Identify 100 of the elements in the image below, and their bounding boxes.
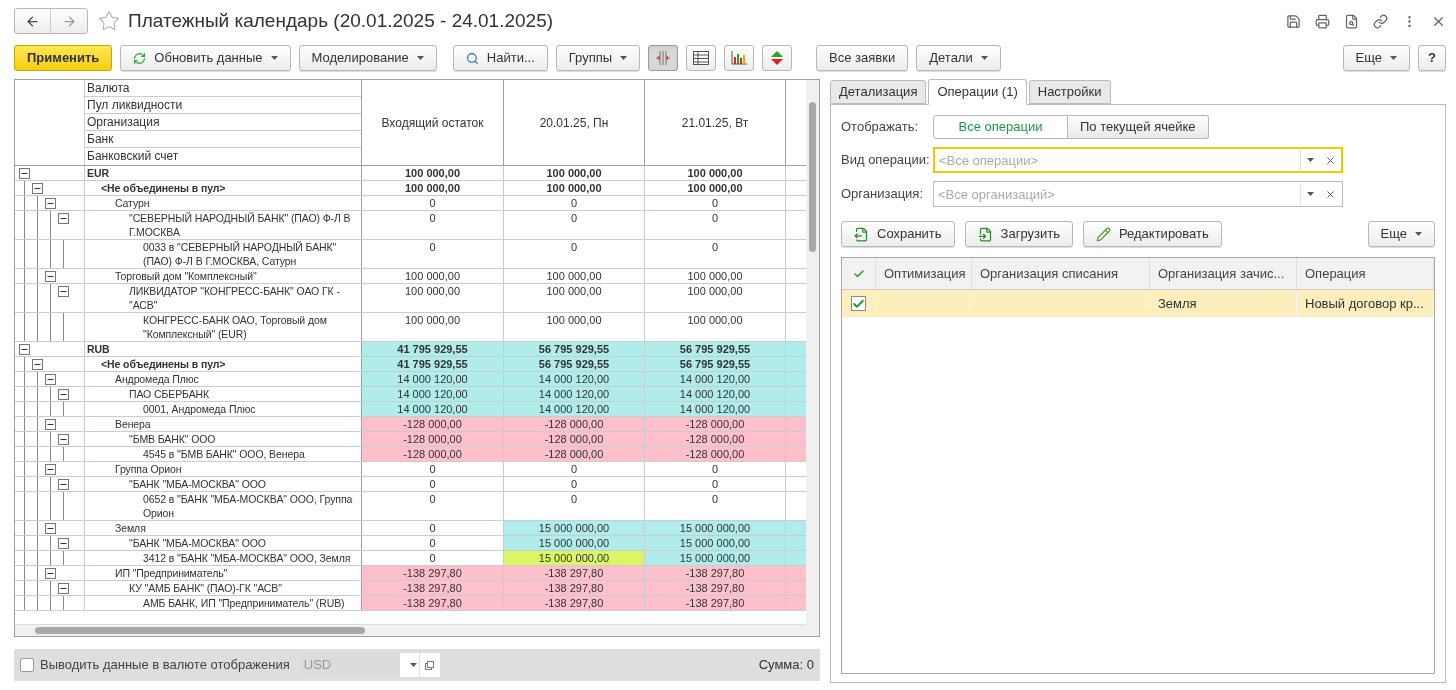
link-icon[interactable] bbox=[1373, 13, 1388, 29]
amount-cell: 15 000 000,00 bbox=[645, 536, 786, 550]
column-header: 20.01.25, Пн bbox=[504, 80, 645, 165]
collapse-icon[interactable] bbox=[45, 568, 56, 579]
collapse-icon[interactable] bbox=[58, 479, 69, 490]
amount-cell: 14 000 120,00 bbox=[504, 372, 645, 386]
dropdown-button[interactable]: Группы bbox=[555, 45, 641, 71]
pencil-icon bbox=[1095, 226, 1111, 242]
collapse-icon[interactable] bbox=[58, 213, 69, 224]
action-button[interactable]: Загрузить bbox=[964, 221, 1073, 247]
collapse-icon[interactable] bbox=[32, 183, 43, 194]
column-header: Входящий остаток bbox=[362, 80, 504, 165]
amount-cell: -138 297,80 bbox=[362, 566, 504, 580]
caret-icon bbox=[620, 56, 628, 60]
toolbar-icon-button[interactable] bbox=[724, 45, 755, 71]
help-button[interactable]: ? bbox=[1418, 45, 1446, 71]
collapse-icon[interactable] bbox=[58, 389, 69, 400]
amount-cell: 15 000 000,00 bbox=[504, 521, 645, 535]
more-button[interactable]: Еще bbox=[1367, 221, 1435, 247]
partial-cell bbox=[786, 357, 806, 371]
select-field[interactable]: <Все операции> bbox=[933, 147, 1343, 173]
refresh-button[interactable]: Обновить данные bbox=[120, 45, 291, 71]
display-toggle[interactable]: По текущей ячейке bbox=[1068, 115, 1209, 139]
amount-cell: -128 000,00 bbox=[362, 417, 504, 431]
collapse-icon[interactable] bbox=[58, 583, 69, 594]
amount-cell: -128 000,00 bbox=[362, 432, 504, 446]
partial-cell bbox=[786, 342, 806, 356]
operation-row[interactable]: Земля Новый договор кр... bbox=[842, 290, 1434, 317]
collapse-icon[interactable] bbox=[45, 374, 56, 385]
collapse-icon[interactable] bbox=[58, 538, 69, 549]
partial-cell bbox=[786, 596, 806, 610]
caret-icon bbox=[1415, 232, 1422, 236]
hierarchy-level-label: Валюта bbox=[85, 80, 361, 97]
collapse-icon[interactable] bbox=[58, 434, 69, 445]
star-icon[interactable] bbox=[98, 10, 120, 32]
amount-cell: 14 000 120,00 bbox=[645, 372, 786, 386]
apply-button[interactable]: Применить bbox=[14, 45, 113, 71]
action-button[interactable]: Редактировать bbox=[1082, 221, 1222, 247]
vertical-scrollbar[interactable] bbox=[806, 80, 819, 636]
print-icon[interactable] bbox=[1315, 13, 1330, 29]
amount-cell: 14 000 120,00 bbox=[362, 372, 504, 386]
collapse-icon[interactable] bbox=[45, 419, 56, 430]
table-icon bbox=[693, 51, 710, 65]
partial-cell bbox=[786, 551, 806, 565]
checkbox[interactable] bbox=[20, 658, 34, 672]
partial-cell bbox=[786, 387, 806, 401]
caret-icon bbox=[1390, 56, 1397, 60]
all-requests-button[interactable]: Все заявки bbox=[816, 45, 909, 71]
amount-cell: 41 795 929,55 bbox=[362, 357, 504, 371]
hierarchy-level-label: Банк bbox=[85, 131, 361, 148]
amount-cell: -128 000,00 bbox=[504, 417, 645, 431]
column-header: Организация списания bbox=[972, 258, 1150, 289]
amount-cell: -138 297,80 bbox=[362, 596, 504, 610]
caret-icon bbox=[980, 56, 988, 60]
collapse-icon[interactable] bbox=[58, 286, 69, 297]
amount-cell: -138 297,80 bbox=[362, 581, 504, 595]
display-toggle[interactable]: Все операции bbox=[933, 115, 1068, 139]
amount-cell: 14 000 120,00 bbox=[362, 387, 504, 401]
amount-cell: 56 795 929,55 bbox=[504, 357, 645, 371]
toolbar-icon-button[interactable] bbox=[762, 45, 793, 71]
dropdown-button[interactable]: Детали bbox=[916, 45, 1001, 71]
find-button[interactable]: Найти... bbox=[452, 45, 548, 71]
clear-icon[interactable] bbox=[1325, 189, 1336, 200]
preview-icon[interactable] bbox=[1344, 13, 1359, 29]
amount-cell: 56 795 929,55 bbox=[645, 342, 786, 356]
column-header: 21.01.25, Вт bbox=[645, 80, 786, 165]
collapse-icon[interactable] bbox=[19, 344, 30, 355]
partial-cell bbox=[786, 372, 806, 386]
refresh-icon bbox=[133, 51, 147, 65]
amount-cell: 14 000 120,00 bbox=[645, 387, 786, 401]
window-title: Платежный календарь (20.01.2025 - 24.01.2025) bbox=[128, 8, 554, 33]
table-cell: Новый договор кр... bbox=[1297, 290, 1434, 317]
caret-icon bbox=[270, 56, 278, 60]
amount-cell: 56 795 929,55 bbox=[504, 342, 645, 356]
file-import-icon bbox=[977, 226, 993, 242]
collapse-icon[interactable] bbox=[32, 359, 43, 370]
caret-icon bbox=[409, 663, 417, 667]
check-icon bbox=[852, 267, 865, 280]
more-button[interactable]: Еще bbox=[1342, 45, 1410, 71]
collapse-icon[interactable] bbox=[45, 523, 56, 534]
collapse-icon[interactable] bbox=[45, 464, 56, 475]
clear-icon[interactable] bbox=[1325, 155, 1336, 166]
panel-tab[interactable]: Детализация bbox=[830, 80, 927, 104]
toolbar-icon-button[interactable] bbox=[686, 45, 717, 71]
collapse-icon[interactable] bbox=[45, 198, 56, 209]
row-checkbox[interactable] bbox=[851, 296, 866, 311]
arrow-left-icon bbox=[25, 13, 40, 29]
dropdown-button[interactable]: Моделирование bbox=[298, 45, 437, 71]
save-icon[interactable] bbox=[1286, 13, 1301, 29]
amount-cell: -128 000,00 bbox=[645, 417, 786, 431]
horizontal-scrollbar[interactable] bbox=[15, 624, 806, 636]
collapse-icon[interactable] bbox=[45, 271, 56, 282]
amount-cell: 15 000 000,00 bbox=[504, 536, 645, 550]
panel-tab[interactable]: Настройки bbox=[1028, 80, 1111, 104]
collapse-icon[interactable] bbox=[19, 168, 30, 179]
panel-tab[interactable]: Операции (1) bbox=[928, 79, 1027, 105]
action-button[interactable]: Сохранить bbox=[841, 221, 955, 247]
amount-cell: -128 000,00 bbox=[504, 447, 645, 461]
select-field[interactable]: <Все организаций> bbox=[933, 181, 1343, 207]
amount-cell: -138 297,80 bbox=[645, 596, 786, 610]
